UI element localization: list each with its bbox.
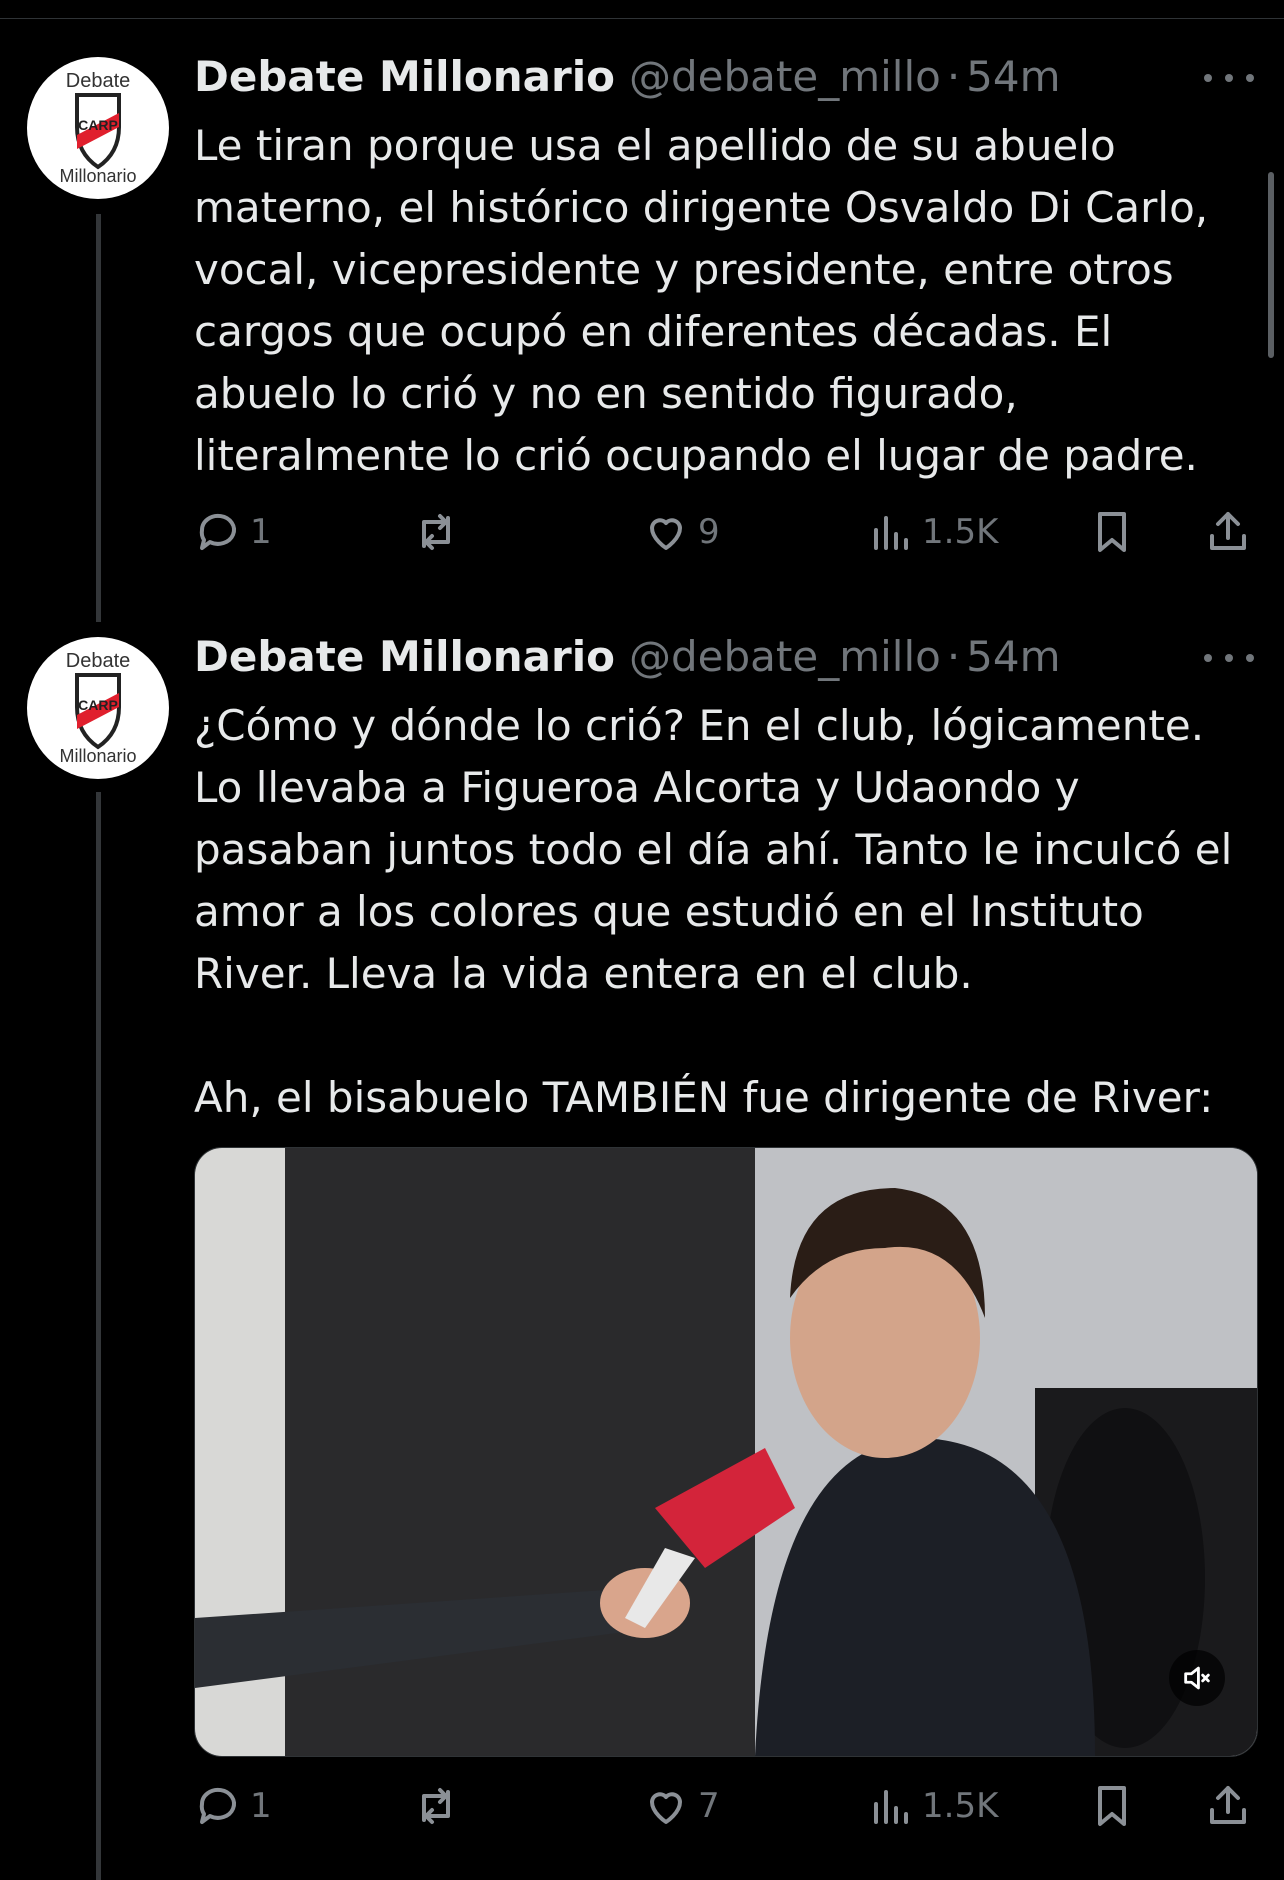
tweet-header: Debate Millonario @debate_millo · 54m	[194, 52, 1061, 102]
retweet-button[interactable]	[412, 1776, 460, 1836]
share-icon	[1210, 1786, 1246, 1824]
views-count: 1.5K	[922, 512, 999, 552]
tweet-actions: 1 7 1.5K	[194, 1776, 1254, 1836]
views-count: 1.5K	[922, 1786, 999, 1826]
reply-count: 1	[250, 512, 272, 552]
svg-text:CARP: CARP	[78, 117, 118, 133]
bookmark-icon	[1098, 1786, 1126, 1826]
like-button[interactable]: 7	[642, 1776, 720, 1836]
views-button[interactable]: 1.5K	[866, 1776, 998, 1836]
user-handle[interactable]: @debate_millo	[629, 52, 941, 101]
user-handle[interactable]: @debate_millo	[629, 632, 941, 681]
avatar[interactable]: Debate CARP Millonario	[27, 57, 169, 199]
retweet-button[interactable]	[412, 502, 460, 562]
like-icon	[650, 1792, 682, 1824]
more-icon[interactable]	[1204, 66, 1254, 90]
reply-button[interactable]: 1	[194, 502, 272, 562]
views-icon	[874, 1790, 908, 1824]
share-button[interactable]	[1204, 1776, 1252, 1836]
svg-text:Debate: Debate	[66, 70, 131, 92]
bookmark-button[interactable]	[1088, 1776, 1136, 1836]
timestamp[interactable]: 54m	[966, 52, 1060, 101]
display-name[interactable]: Debate Millonario	[194, 632, 615, 681]
reply-icon	[199, 1787, 236, 1824]
tweet-text: ¿Cómo y dónde lo crió? En el club, lógic…	[194, 701, 1233, 1122]
reply-icon	[199, 513, 236, 550]
reply-button[interactable]: 1	[194, 1776, 272, 1836]
views-icon	[874, 516, 908, 550]
like-button[interactable]: 9	[642, 502, 720, 562]
mute-button[interactable]	[1169, 1650, 1225, 1706]
tweet-text: Le tiran porque usa el apellido de su ab…	[194, 121, 1209, 480]
share-button[interactable]	[1204, 502, 1252, 562]
svg-text:CARP: CARP	[78, 697, 118, 713]
tweet[interactable]: Debate CARP Millonario Debate Millonario…	[0, 0, 1284, 620]
tweet-header: Debate Millonario @debate_millo · 54m	[194, 632, 1061, 682]
bookmark-button[interactable]	[1088, 502, 1136, 562]
video-player[interactable]	[194, 1147, 1258, 1757]
tweet[interactable]: Debate CARP Millonario Debate Millonario…	[0, 620, 1284, 1880]
svg-text:Millonario: Millonario	[59, 746, 136, 766]
reply-count: 1	[250, 1786, 272, 1826]
like-icon	[650, 518, 682, 550]
tweet-actions: 1 9 1.5K	[194, 502, 1254, 562]
separator-dot: ·	[946, 632, 961, 681]
retweet-icon	[422, 514, 450, 550]
mute-icon	[1184, 1666, 1210, 1690]
more-icon[interactable]	[1204, 646, 1254, 670]
share-icon	[1210, 512, 1246, 550]
svg-text:Debate: Debate	[66, 650, 131, 672]
svg-text:Millonario: Millonario	[59, 166, 136, 186]
retweet-icon	[422, 1788, 450, 1824]
like-count: 7	[698, 1786, 720, 1826]
display-name[interactable]: Debate Millonario	[194, 52, 615, 101]
video-frame	[195, 1148, 1257, 1756]
separator-dot: ·	[946, 52, 961, 101]
views-button[interactable]: 1.5K	[866, 502, 998, 562]
timestamp[interactable]: 54m	[966, 632, 1060, 681]
bookmark-icon	[1098, 512, 1126, 552]
avatar[interactable]: Debate CARP Millonario	[27, 637, 169, 779]
like-count: 9	[698, 512, 720, 552]
